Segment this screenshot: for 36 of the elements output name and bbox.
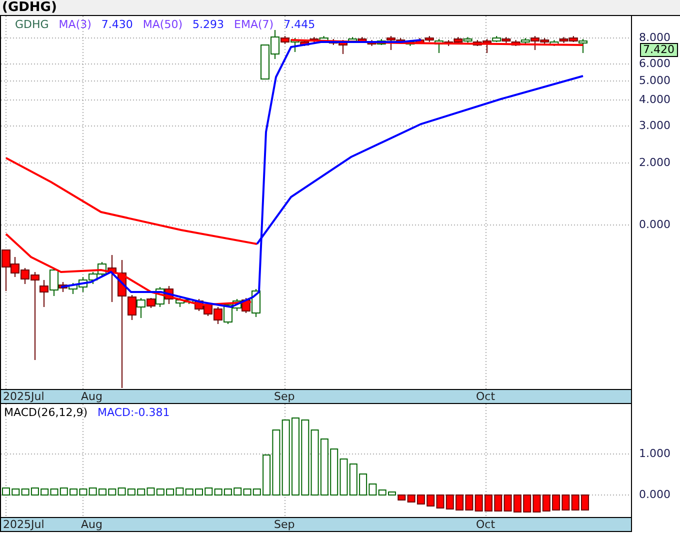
axis-tick-label: 0.000 (639, 489, 670, 501)
candlestick (78, 276, 88, 292)
date-label: Sep (274, 390, 295, 403)
legend-text: 5.293 (192, 18, 224, 31)
legend-text: MACD(26,12,9) (4, 406, 88, 419)
candlestick (204, 302, 212, 316)
legend-text: GDHG (15, 18, 49, 31)
date-label: Oct (476, 390, 496, 403)
axis-tick-label: 0.000 (639, 219, 670, 231)
candlestick (214, 306, 222, 324)
legend-text: EMA(7) (234, 18, 274, 31)
axis-tick-label: 3.000 (639, 120, 670, 132)
legend-text: 7.445 (284, 18, 316, 31)
axis-tick-label: 5.000 (639, 75, 670, 87)
axis-tick-label: 4.000 (639, 94, 670, 106)
candlestick (164, 286, 174, 304)
axis-tick-label: 8.000 (639, 32, 670, 44)
axis-tick-label: 1.000 (639, 448, 670, 460)
legend-text: MA(3) (58, 18, 92, 31)
candlestick (88, 272, 98, 284)
chart-title: (GDHG) (2, 0, 57, 15)
candlestick (68, 282, 78, 294)
date-label: 2025Jul (3, 518, 44, 531)
legend-text: MA(50) (142, 18, 183, 31)
date-label: Aug (81, 390, 102, 403)
date-label: Aug (81, 518, 102, 531)
axis-tick-label: 6.000 (639, 58, 670, 70)
candlestick (176, 298, 184, 308)
legend-text: 7.430 (101, 18, 133, 31)
date-label: 2025Jul (3, 390, 44, 403)
legend-text: MACD:-0.381 (98, 406, 170, 419)
candlestick (260, 44, 270, 80)
date-label: Oct (476, 518, 496, 531)
last-price-tag: 7.420 (640, 43, 678, 57)
axis-tick-label: 2.000 (639, 157, 670, 169)
date-label: Sep (274, 518, 295, 531)
